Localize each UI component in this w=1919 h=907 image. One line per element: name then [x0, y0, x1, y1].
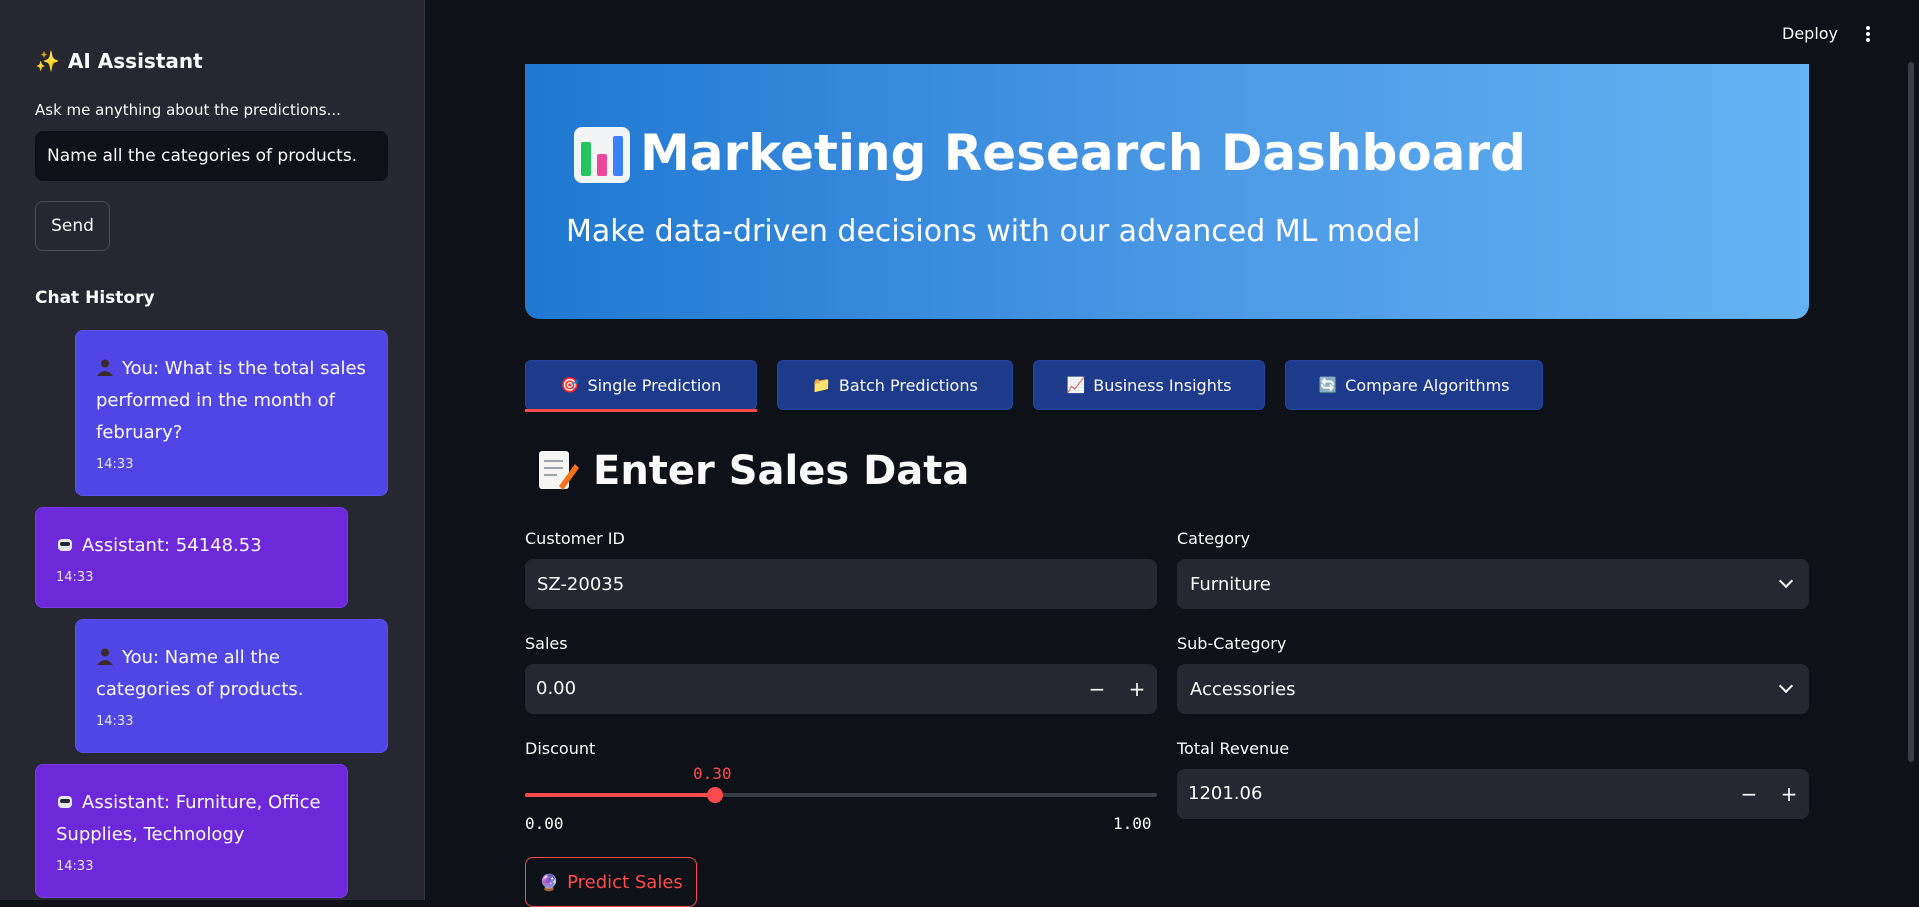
send-button[interactable]: Send — [35, 201, 110, 251]
user-avatar-icon — [97, 359, 113, 376]
chat-message-user: You: What is the total sales performed i… — [75, 330, 388, 496]
total-revenue-increment-button[interactable]: + — [1773, 778, 1805, 810]
total-revenue-value: 1201.06 — [1188, 783, 1263, 804]
tab-compare-algorithms[interactable]: 🔄 Compare Algorithms — [1285, 360, 1543, 410]
chat-message-text: You: What is the total sales performed i… — [96, 358, 366, 443]
sidebar-title: ✨ AI Assistant — [35, 49, 203, 73]
sales-number-input[interactable]: 0.00 − + — [525, 664, 1157, 714]
discount-slider-min: 0.00 — [525, 814, 564, 833]
more-options-icon[interactable] — [1862, 24, 1874, 48]
customer-id-input[interactable] — [525, 559, 1157, 609]
user-avatar-icon — [97, 648, 113, 665]
discount-slider-value: 0.30 — [693, 764, 732, 783]
sub-category-select[interactable]: Accessories — [1177, 664, 1809, 714]
target-icon: 🎯 — [560, 376, 580, 394]
tab-label: Single Prediction — [587, 375, 722, 395]
discount-label: Discount — [525, 739, 596, 758]
chat-input[interactable] — [35, 131, 388, 181]
crystal-ball-icon: 🔮 — [539, 872, 560, 892]
active-tab-indicator — [525, 409, 757, 412]
ask-label: Ask me anything about the predictions... — [35, 101, 341, 119]
sales-decrement-button[interactable]: − — [1081, 673, 1113, 705]
chat-message-assistant: Assistant: Furniture, Office Supplies, T… — [35, 764, 348, 898]
sub-category-selected-value: Accessories — [1190, 678, 1296, 700]
discount-slider[interactable] — [525, 787, 1157, 803]
total-revenue-label: Total Revenue — [1177, 739, 1290, 758]
memo-icon — [539, 451, 579, 490]
chat-message-time: 14:33 — [96, 714, 134, 729]
page-subtitle: Make data-driven decisions with our adva… — [566, 214, 1421, 249]
chat-message-text: Assistant: Furniture, Office Supplies, T… — [56, 792, 321, 845]
total-revenue-number-input[interactable]: 1201.06 − + — [1177, 769, 1809, 819]
chevron-down-icon — [1778, 678, 1794, 694]
sales-increment-button[interactable]: + — [1121, 673, 1153, 705]
chat-message-assistant: Assistant: 54148.53 14:33 — [35, 507, 348, 608]
discount-slider-thumb[interactable] — [706, 787, 723, 803]
chat-message-text: Assistant: 54148.53 — [82, 535, 262, 556]
sales-label: Sales — [525, 634, 568, 653]
discount-slider-max: 1.00 — [1113, 814, 1152, 833]
tab-business-insights[interactable]: 📈 Business Insights — [1033, 360, 1265, 410]
category-label: Category — [1177, 529, 1251, 548]
tab-label: Business Insights — [1093, 375, 1232, 395]
chat-history-title: Chat History — [35, 288, 155, 308]
bar-chart-icon — [574, 127, 630, 183]
category-selected-value: Furniture — [1190, 573, 1271, 595]
section-title: Enter Sales Data — [535, 448, 969, 494]
discount-slider-fill — [525, 793, 715, 797]
chat-message-time: 14:33 — [56, 570, 94, 585]
chat-message-user: You: Name all the categories of products… — [75, 619, 388, 753]
total-revenue-decrement-button[interactable]: − — [1733, 778, 1765, 810]
category-select[interactable]: Furniture — [1177, 559, 1809, 609]
scrollbar[interactable] — [1908, 62, 1914, 762]
section-title-text: Enter Sales Data — [593, 448, 970, 494]
tab-batch-predictions[interactable]: 📁 Batch Predictions — [777, 360, 1013, 410]
chat-message-time: 14:33 — [96, 457, 134, 472]
refresh-icon: 🔄 — [1318, 376, 1338, 394]
tab-label: Compare Algorithms — [1345, 375, 1510, 395]
page-title: Marketing Research Dashboard — [640, 124, 1526, 182]
sidebar-title-text: AI Assistant — [67, 49, 203, 73]
predict-sales-label: Predict Sales — [567, 871, 683, 893]
customer-id-label: Customer ID — [525, 529, 625, 548]
robot-icon — [58, 796, 72, 808]
robot-icon — [58, 539, 72, 551]
chevron-down-icon — [1778, 573, 1794, 589]
folder-icon: 📁 — [812, 376, 831, 394]
hero-banner: Marketing Research Dashboard Make data-d… — [525, 64, 1809, 319]
chat-message-text: You: Name all the categories of products… — [96, 647, 304, 700]
tab-label: Batch Predictions — [838, 375, 978, 395]
tab-single-prediction[interactable]: 🎯 Single Prediction — [525, 360, 757, 410]
sales-value: 0.00 — [536, 678, 577, 699]
chat-message-time: 14:33 — [56, 859, 94, 874]
chart-icon: 📈 — [1066, 376, 1086, 394]
deploy-button[interactable]: Deploy — [1782, 24, 1838, 43]
sub-category-label: Sub-Category — [1177, 634, 1287, 653]
sidebar: ✨ AI Assistant Ask me anything about the … — [0, 0, 425, 900]
sparkles-icon: ✨ — [35, 49, 60, 73]
